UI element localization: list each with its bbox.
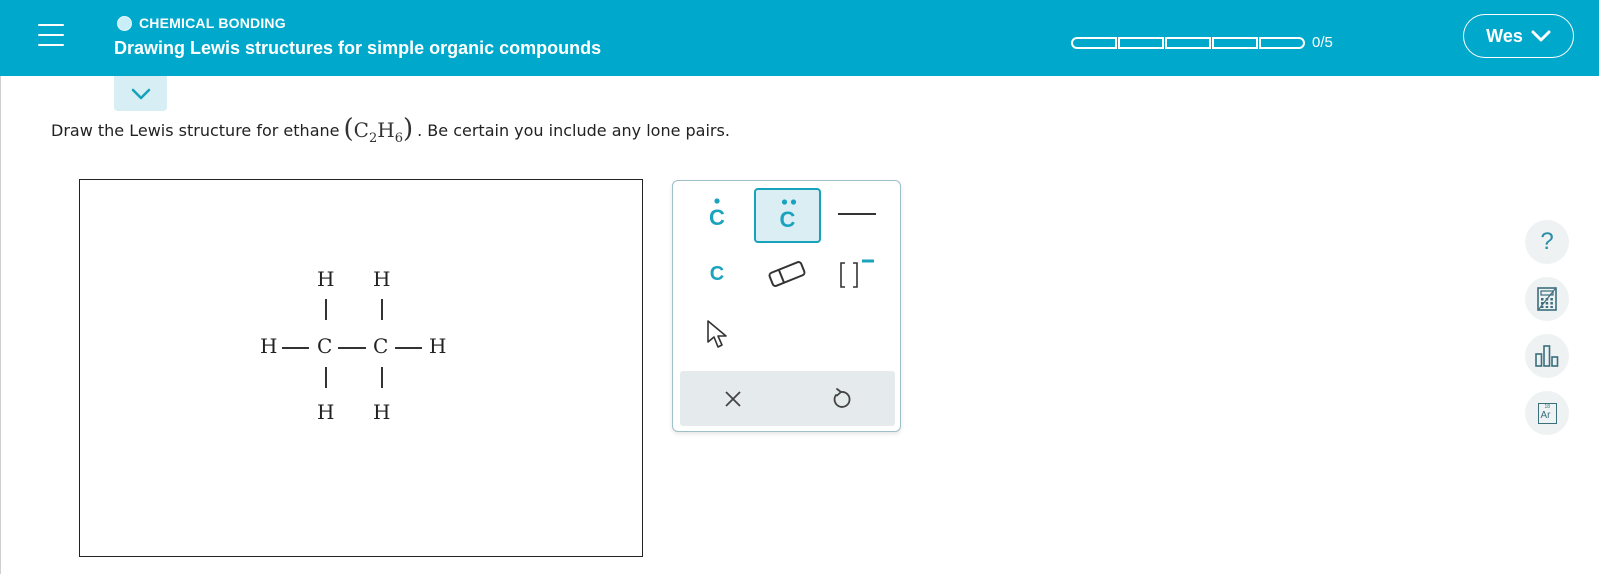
radical-atom-tool[interactable]: C (689, 189, 745, 239)
user-menu-button[interactable]: Wes (1463, 14, 1574, 58)
progress-bar: 0/5 (1071, 34, 1333, 51)
menu-icon[interactable] (38, 24, 64, 48)
progress-segment (1259, 36, 1305, 49)
bracket-icon (840, 259, 874, 288)
bracket-charge-tool[interactable] (829, 249, 885, 299)
chevron-down-icon (1531, 30, 1551, 42)
atom-h[interactable]: H (373, 267, 390, 291)
single-dot-icon (714, 198, 720, 204)
chemical-formula: (C2H6) (343, 114, 413, 146)
select-tool[interactable] (689, 309, 745, 359)
bond-line[interactable] (325, 367, 327, 388)
bond-line[interactable] (395, 347, 422, 349)
periodic-table-icon: 18 Ar (1537, 402, 1557, 424)
undo-icon (833, 387, 851, 408)
progress-text: 0/5 (1312, 34, 1333, 51)
calculator-button[interactable] (1525, 277, 1569, 321)
formula-subscript: 6 (394, 131, 403, 146)
undo-button[interactable] (816, 375, 866, 422)
atom-h[interactable]: H (260, 334, 277, 358)
page-title: Drawing Lewis structures for simple orga… (114, 38, 602, 58)
atom-h[interactable]: H (429, 334, 446, 358)
progress-segment (1071, 36, 1117, 49)
topic-label: CHEMICAL BONDING (139, 15, 286, 31)
help-button[interactable]: ? (1525, 220, 1569, 264)
question-icon: ? (1540, 228, 1554, 255)
atom-c[interactable]: C (373, 334, 388, 358)
bond-line[interactable] (282, 347, 309, 349)
question-prompt: Draw the Lewis structure for ethane (C2H… (51, 114, 730, 146)
periodic-table-button[interactable]: 18 Ar (1525, 391, 1569, 435)
topic-row: CHEMICAL BONDING (117, 15, 286, 31)
data-button[interactable] (1525, 334, 1569, 378)
double-dot-icon (781, 199, 797, 205)
calculator-icon (1537, 287, 1557, 311)
topic-status-icon (117, 15, 132, 31)
atom-c[interactable]: C (317, 334, 332, 358)
bar-chart-icon (1535, 345, 1559, 367)
bond-line[interactable] (381, 367, 383, 388)
atom-h[interactable]: H (317, 400, 334, 424)
cursor-icon (707, 320, 727, 348)
formula-paren: ) (402, 114, 414, 144)
bond-line[interactable] (381, 299, 383, 320)
eraser-tool[interactable] (759, 249, 815, 299)
user-name: Wes (1486, 25, 1523, 46)
formula-element: C (353, 118, 369, 142)
lone-pair-atom-tool[interactable]: C (754, 188, 821, 243)
collapse-toggle-button[interactable] (114, 76, 167, 111)
atom-h[interactable]: H (317, 267, 334, 291)
toolbox-action-bar (680, 371, 895, 426)
top-bar: CHEMICAL BONDING Drawing Lewis structure… (0, 0, 1599, 76)
formula-subscript: 2 (368, 131, 378, 146)
progress-segment (1118, 36, 1164, 49)
atom-h[interactable]: H (373, 400, 390, 424)
bond-line-icon (838, 213, 876, 215)
progress-segment (1165, 36, 1211, 49)
bond-tool[interactable] (829, 189, 885, 239)
left-divider (0, 76, 1, 574)
formula-paren: ( (343, 114, 354, 144)
clear-button[interactable] (708, 375, 758, 422)
question-text: Draw the Lewis structure for ethane (51, 120, 340, 140)
tool-atom-label: C (709, 262, 725, 285)
formula-element: H (377, 118, 395, 142)
bond-line[interactable] (338, 347, 366, 349)
element-symbol: Ar (1540, 409, 1551, 421)
eraser-icon (768, 261, 806, 287)
drawing-toolbox: C C C (672, 180, 901, 432)
progress-segment (1212, 36, 1258, 49)
close-icon (725, 390, 741, 407)
chevron-down-icon (131, 88, 150, 99)
question-text-suffix: . Be certain you include any lone pairs. (417, 120, 730, 140)
atom-tool[interactable]: C (689, 249, 745, 299)
bond-line[interactable] (325, 299, 327, 320)
drawing-canvas[interactable]: H H H C C H H H (79, 179, 643, 557)
